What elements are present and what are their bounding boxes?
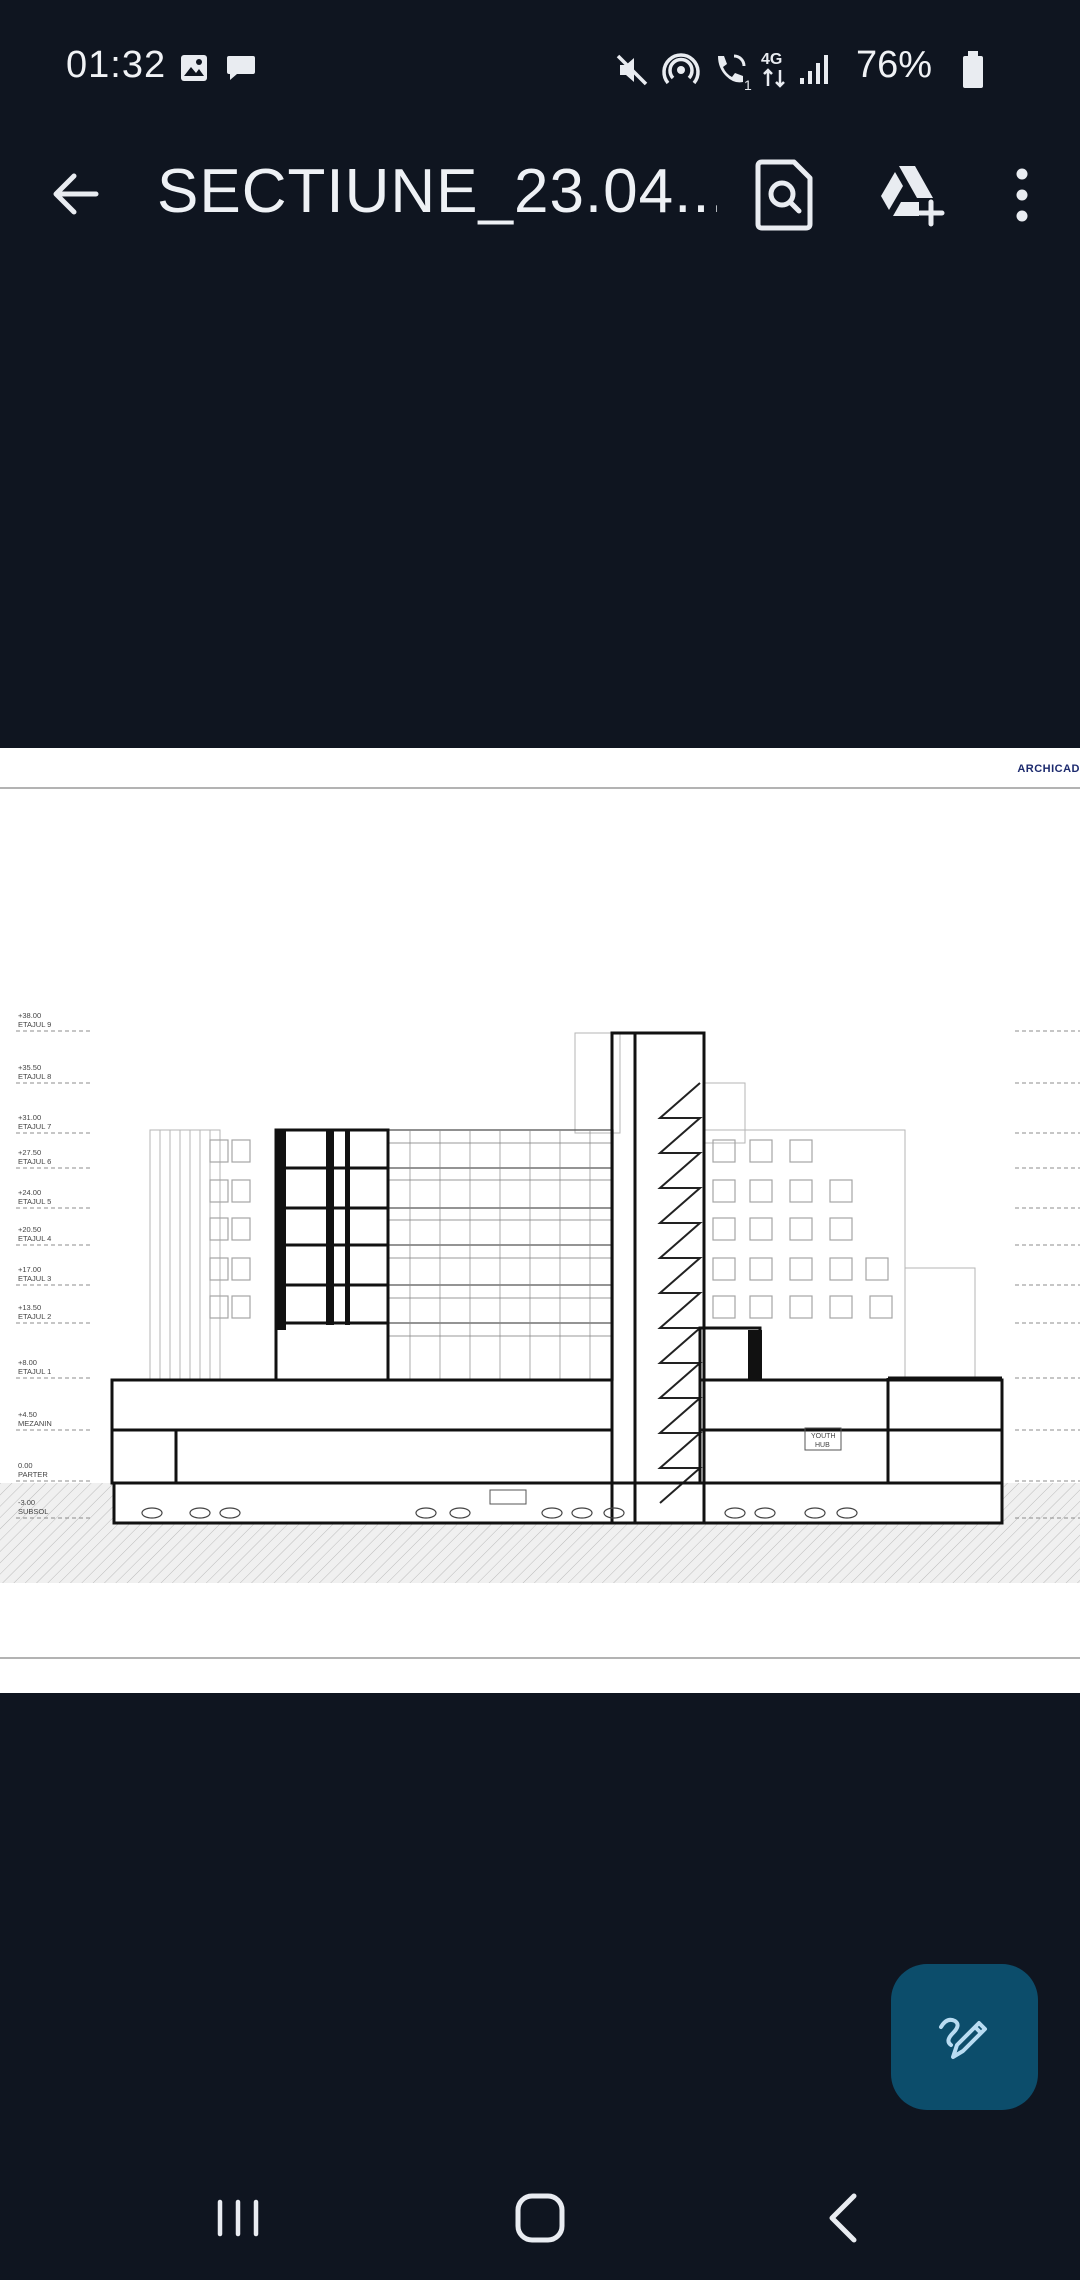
level-elev-mezanin: +4.50 xyxy=(18,1410,37,1419)
level-name-5: ETAJUL 5 xyxy=(18,1197,51,1206)
level-elev-7: +31.00 xyxy=(18,1113,41,1122)
network-type-label: 4G xyxy=(761,51,782,68)
status-time: 01:32 xyxy=(66,44,167,86)
level-name-7: ETAJUL 7 xyxy=(18,1122,51,1131)
image-notification-icon xyxy=(178,52,210,89)
level-elev-2: +13.50 xyxy=(18,1303,41,1312)
mute-icon xyxy=(616,54,648,86)
system-navigation-bar xyxy=(0,2150,1080,2280)
level-elev-5: +24.00 xyxy=(18,1188,41,1197)
edit-pen-icon xyxy=(938,2017,987,2059)
app-bar: SECTIUNE_23.04.... xyxy=(0,140,1080,250)
arrow-left-icon xyxy=(53,173,99,215)
add-to-drive-button[interactable] xyxy=(875,162,945,228)
nav-back-icon xyxy=(829,2193,857,2243)
message-notification-icon xyxy=(224,52,258,89)
level-elev-9: +38.00 xyxy=(18,1011,41,1020)
level-name-6: ETAJUL 6 xyxy=(18,1157,51,1166)
level-name-4: ETAJUL 4 xyxy=(18,1234,51,1243)
document-page[interactable]: ARCHICAD +38.00 ETAJUL 9 +35.50 ETAJUL 8… xyxy=(0,748,1080,1693)
status-right: 1 4G 76% xyxy=(560,40,1080,96)
level-name-mezanin: MEZANIN xyxy=(18,1419,52,1428)
level-elev-subsol: -3.00 xyxy=(18,1498,35,1507)
nav-back-button[interactable] xyxy=(804,2178,884,2258)
hotspot-icon xyxy=(662,53,700,85)
document-title: SECTIUNE_23.04.... xyxy=(157,157,717,226)
home-button[interactable] xyxy=(500,2178,580,2258)
back-button[interactable] xyxy=(44,162,108,226)
youth-hub-line2: HUB xyxy=(815,1442,830,1449)
status-bar: 01:32 1 4G 76% xyxy=(0,0,1080,140)
document-search-icon xyxy=(755,159,813,231)
signal-icon xyxy=(800,55,828,84)
more-options-button[interactable] xyxy=(1000,162,1044,228)
level-elev-8: +35.50 xyxy=(18,1063,41,1072)
level-name-subsol: SUBSOL xyxy=(18,1507,48,1516)
level-name-9: ETAJUL 9 xyxy=(18,1020,51,1029)
level-name-parter: PARTER xyxy=(18,1470,48,1479)
level-elev-3: +17.00 xyxy=(18,1265,41,1274)
call-sim-label: 1 xyxy=(744,77,752,92)
building-section-drawing: +38.00 ETAJUL 9 +35.50 ETAJUL 8 +31.00 E… xyxy=(0,787,1080,1659)
battery-icon xyxy=(963,51,983,88)
level-name-8: ETAJUL 8 xyxy=(18,1072,51,1081)
recent-apps-icon xyxy=(217,2199,259,2237)
level-elev-4: +20.50 xyxy=(18,1225,41,1234)
level-elev-parter: 0.00 xyxy=(18,1461,33,1470)
search-in-document-button[interactable] xyxy=(752,158,818,232)
drive-add-icon xyxy=(881,166,945,227)
youth-hub-line1: YOUTH xyxy=(811,1433,836,1440)
network-type-icon: 4G xyxy=(761,51,785,88)
notification-icons xyxy=(178,52,258,89)
level-elev-1: +8.00 xyxy=(18,1358,37,1367)
wifi-call-icon: 1 xyxy=(718,54,752,92)
level-name-3: ETAJUL 3 xyxy=(18,1274,51,1283)
level-elev-6: +27.50 xyxy=(18,1148,41,1157)
more-vertical-icon xyxy=(1016,168,1028,222)
edit-fab-button[interactable] xyxy=(891,1964,1038,2110)
recent-apps-button[interactable] xyxy=(198,2178,278,2258)
level-name-2: ETAJUL 2 xyxy=(18,1312,51,1321)
battery-percent: 76% xyxy=(855,44,932,86)
level-name-1: ETAJUL 1 xyxy=(18,1367,51,1376)
home-icon xyxy=(515,2193,565,2243)
